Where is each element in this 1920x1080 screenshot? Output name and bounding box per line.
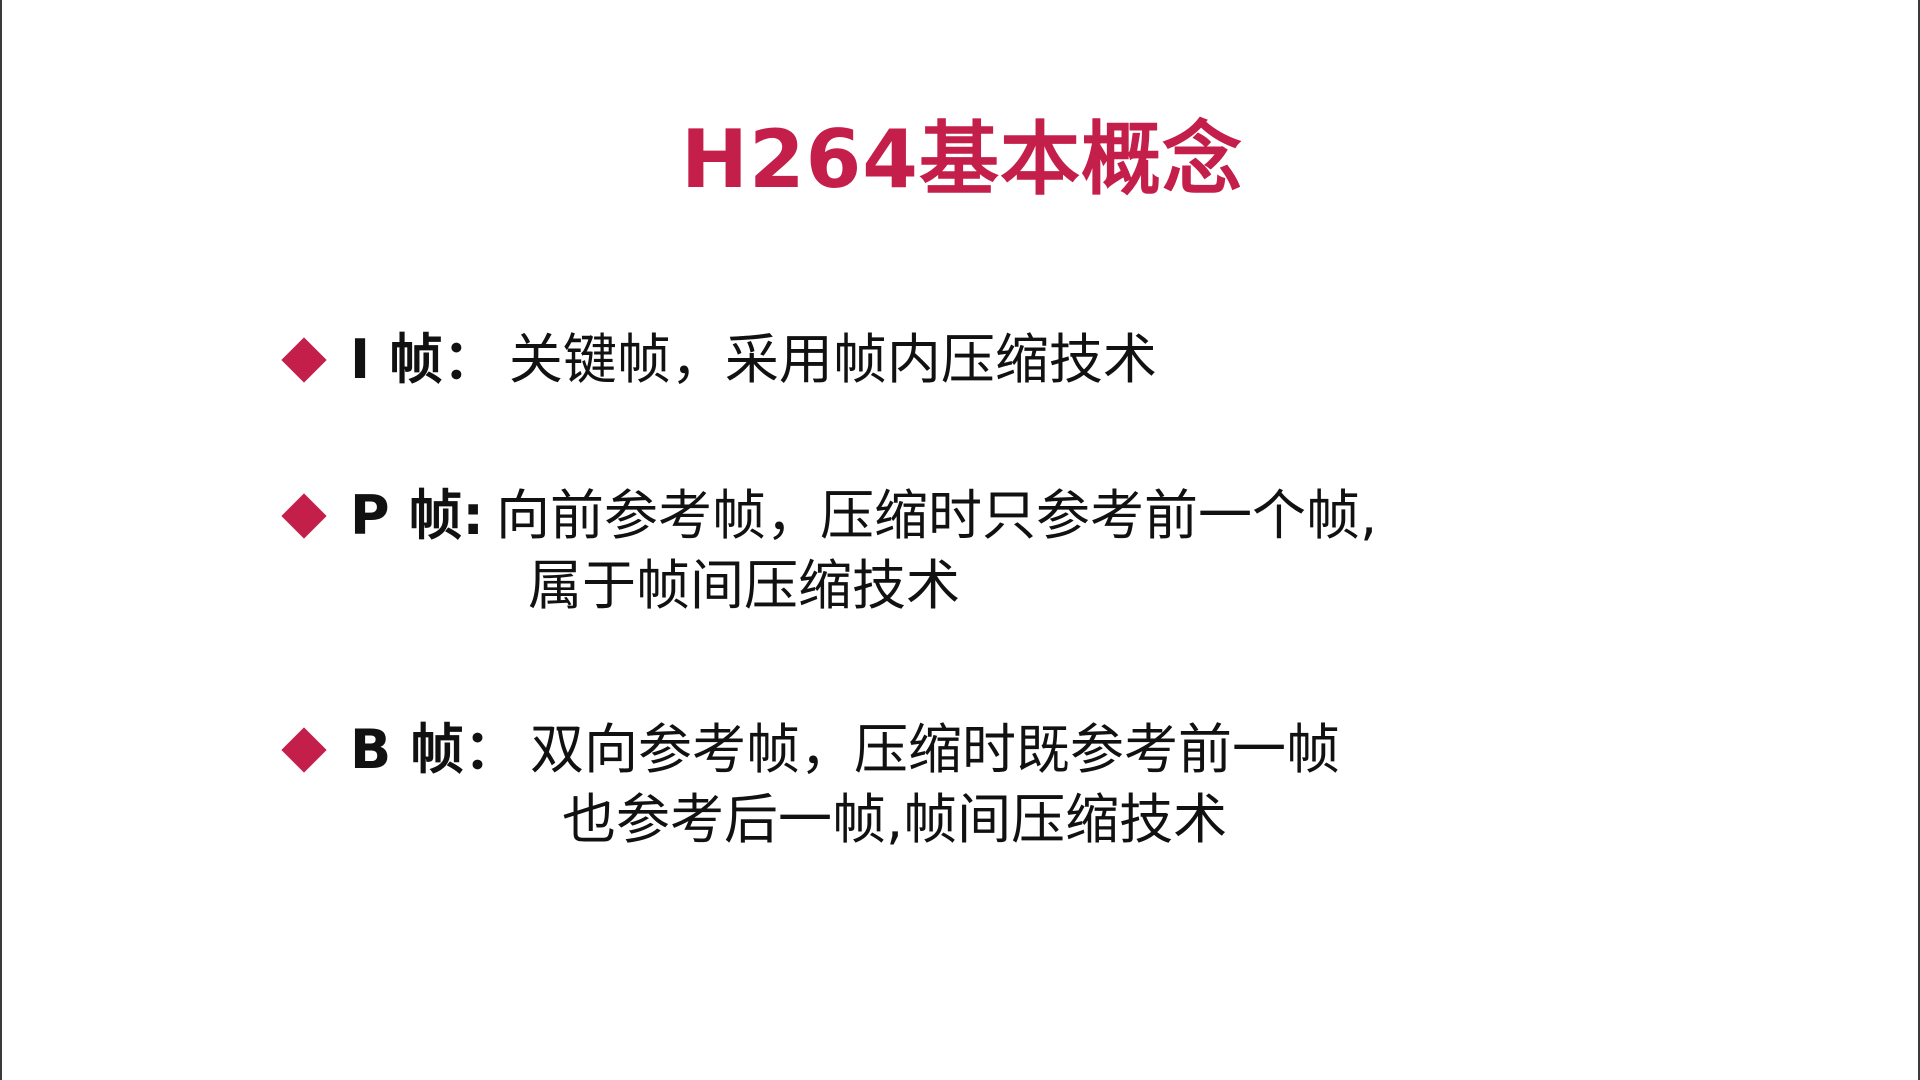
diamond-icon [281, 493, 327, 539]
bullet-line: 属于帧间压缩技术 [527, 554, 960, 617]
bullet-label: P 帧: [350, 484, 484, 547]
diamond-icon [281, 727, 327, 773]
bullet-text: 双向参考帧，压缩时既参考前一帧 也参考后一帧,帧间压缩技术 [530, 708, 1340, 855]
bullet-label: B 帧： [350, 718, 518, 781]
bullet-line: 双向参考帧，压缩时既参考前一帧 [529, 718, 1340, 781]
bullet-item-b-frame: B 帧： 双向参考帧，压缩时既参考前一帧 也参考后一帧,帧间压缩技术 [280, 708, 1340, 855]
bullet-label: I 帧： [350, 328, 497, 391]
bullet-item-i-frame: I 帧： 关键帧，采用帧内压缩技术 [280, 318, 1157, 402]
bullet-line: 也参考后一帧,帧间压缩技术 [561, 788, 1228, 851]
slide: H264基本概念 I 帧： 关键帧，采用帧内压缩技术 P 帧: 向前参考帧，压缩… [0, 0, 1920, 1080]
bullet-line: 向前参考帧，压缩时只参考前一个帧, [495, 484, 1378, 547]
page-title: H264基本概念 [681, 113, 1243, 206]
bullet-text: 向前参考帧，压缩时只参考前一个帧, 属于帧间压缩技术 [496, 474, 1377, 621]
bullet-text: 关键帧，采用帧内压缩技术 [509, 318, 1157, 395]
diamond-icon [281, 337, 327, 383]
bullet-item-p-frame: P 帧: 向前参考帧，压缩时只参考前一个帧, 属于帧间压缩技术 [280, 474, 1377, 621]
bullet-line: 关键帧，采用帧内压缩技术 [508, 328, 1157, 391]
